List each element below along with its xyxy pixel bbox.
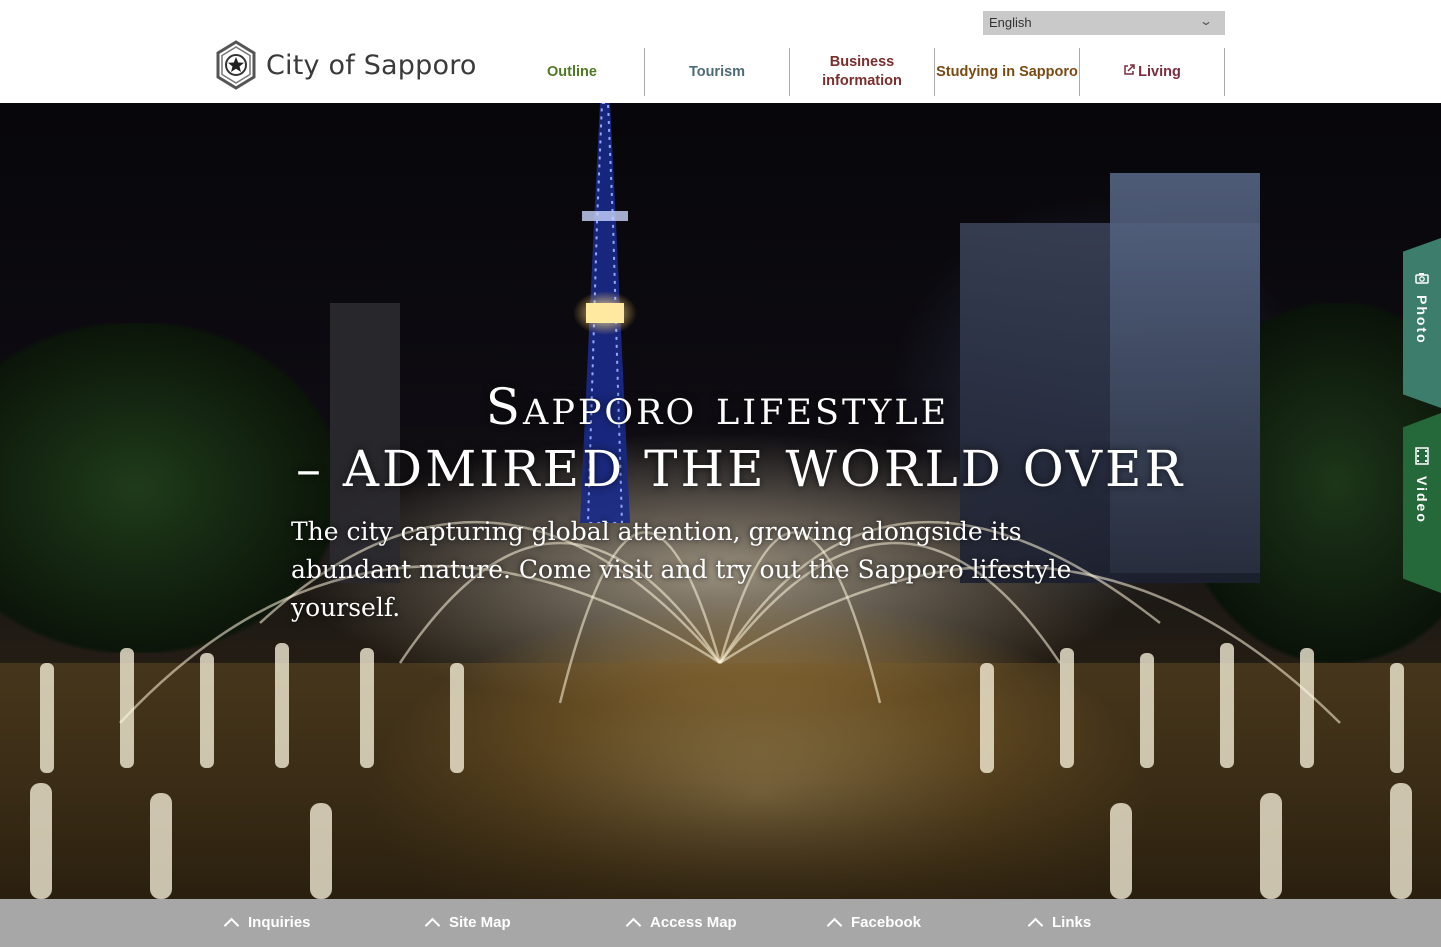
- nav-business-label: Business information: [822, 54, 902, 89]
- nav-outline[interactable]: Outline: [500, 48, 645, 96]
- footer-site-map-label: Site Map: [449, 913, 511, 931]
- side-tab-photo[interactable]: Photo: [1403, 238, 1441, 408]
- nav-tourism[interactable]: Tourism: [645, 48, 790, 96]
- language-select[interactable]: English ⌄: [983, 11, 1225, 35]
- nav-living-label: Living: [1138, 63, 1181, 80]
- footer-links-label: Links: [1052, 913, 1092, 931]
- site-logo[interactable]: City of Sapporo: [214, 40, 477, 90]
- site-header: English ⌄ City of Sapporo Outline Touris…: [0, 0, 1441, 103]
- side-tab-video-label: Video: [1414, 476, 1430, 524]
- nav-studying-in-sapporo[interactable]: Studying in Sapporo: [935, 48, 1080, 96]
- footer-inquiries[interactable]: Inquiries: [223, 913, 311, 934]
- hero-title-line2: – admired the world over: [296, 440, 1186, 498]
- chevron-up-icon: [1027, 917, 1044, 934]
- nav-outline-label: Outline: [547, 63, 597, 80]
- nav-business-information[interactable]: Business information: [790, 48, 935, 96]
- footer-access-map-label: Access Map: [650, 913, 737, 931]
- side-tab-video[interactable]: Video: [1403, 413, 1441, 593]
- footer-bar: Inquiries Site Map Access Map Facebook L…: [0, 899, 1441, 947]
- chevron-up-icon: [625, 917, 642, 934]
- footer-facebook[interactable]: Facebook: [826, 913, 922, 934]
- nav-tourism-label: Tourism: [688, 63, 746, 80]
- hero-subtitle: The city capturing global attention, gro…: [291, 517, 1072, 622]
- city-emblem-icon: [216, 40, 256, 90]
- footer-links[interactable]: Links: [1027, 913, 1092, 934]
- footer-inquiries-label: Inquiries: [248, 913, 311, 931]
- language-selected: English: [989, 15, 1032, 30]
- hero-title: Sapporo lifestyle – admired the world ov…: [290, 376, 1190, 500]
- hero-banner: Sapporo lifestyle – admired the world ov…: [0, 103, 1441, 899]
- camera-icon: [1415, 272, 1429, 287]
- chevron-down-icon: ⌄: [1198, 14, 1214, 28]
- chevron-up-icon: [424, 917, 441, 934]
- footer-access-map[interactable]: Access Map: [625, 913, 737, 934]
- external-link-icon: [1123, 63, 1135, 82]
- hero-title-line1: Sapporo lifestyle: [485, 378, 950, 436]
- main-nav: Outline Tourism Business information Stu…: [500, 48, 1225, 96]
- footer-site-map[interactable]: Site Map: [424, 913, 511, 934]
- hero-fountain-sprays: [30, 521, 1412, 899]
- logo-text: City of Sapporo: [266, 49, 477, 81]
- side-tab-photo-label: Photo: [1414, 295, 1430, 345]
- nav-living[interactable]: Living: [1080, 48, 1225, 96]
- nav-study-label: Studying in Sapporo: [936, 63, 1078, 80]
- chevron-up-icon: [223, 917, 240, 934]
- footer-facebook-label: Facebook: [851, 913, 922, 931]
- chevron-up-icon: [826, 917, 843, 934]
- film-icon: [1415, 447, 1429, 468]
